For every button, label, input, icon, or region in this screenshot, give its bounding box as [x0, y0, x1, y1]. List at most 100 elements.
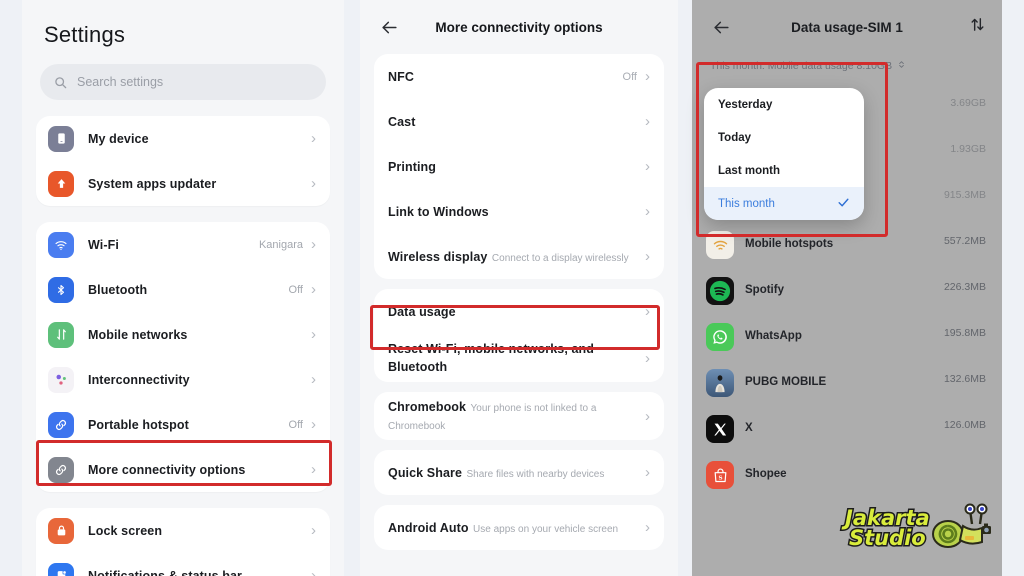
dropdown-option-this-month[interactable]: This month	[704, 187, 864, 220]
page-title: More connectivity options	[435, 19, 603, 35]
connectivity-group-2: Data usage › Reset Wi-Fi, mobile network…	[374, 289, 664, 382]
dots-icon	[48, 366, 74, 393]
search-icon	[54, 76, 67, 89]
list-item-chromebook[interactable]: Chromebook Your phone is not linked to a…	[374, 392, 664, 440]
sidebar-item-value: Off	[288, 418, 303, 431]
chevron-right-icon: ›	[645, 464, 650, 481]
list-item-link-to-windows[interactable]: Link to Windows ›	[374, 189, 664, 234]
chevron-right-icon: ›	[311, 326, 316, 343]
app-name: X	[745, 422, 753, 434]
list-item-x[interactable]: X 126.0MB	[692, 406, 1002, 452]
app-name: Mobile hotspots	[745, 238, 834, 250]
list-item-nfc[interactable]: NFC Off ›	[374, 54, 664, 99]
settings-panel: Settings Search settings My device › Sys…	[22, 0, 344, 576]
dropdown-option-last-month[interactable]: Last month	[704, 154, 864, 187]
list-item-spotify[interactable]: Spotify 226.3MB	[692, 268, 1002, 314]
sidebar-item-lock-screen[interactable]: Lock screen ›	[36, 508, 330, 553]
list-item-reset-network[interactable]: Reset Wi-Fi, mobile networks, and Blueto…	[374, 334, 664, 382]
list-item-shopee[interactable]: S Shopee	[692, 452, 1002, 498]
back-arrow-icon[interactable]	[376, 14, 402, 40]
list-item-title: Data usage	[388, 304, 456, 319]
watermark-text: Jakarta Studio	[844, 506, 932, 550]
sidebar-item-wifi[interactable]: Wi-Fi Kanigara ›	[36, 222, 330, 267]
dropdown-option-label: Today	[718, 131, 752, 144]
expand-selector-icon	[897, 60, 906, 72]
sidebar-item-label: Interconnectivity	[88, 372, 190, 387]
sidebar-item-value: Off	[288, 283, 303, 296]
search-input[interactable]: Search settings	[40, 64, 326, 100]
dropdown-option-label: Yesterday	[718, 98, 773, 111]
snail-mascot-icon	[931, 500, 992, 557]
list-item-quick-share[interactable]: Quick Share Share files with nearby devi…	[374, 450, 664, 495]
chevron-right-icon: ›	[311, 175, 316, 192]
sidebar-item-label: Notifications & status bar	[88, 568, 243, 576]
chain-icon	[48, 456, 74, 483]
up-arrow-icon	[48, 170, 74, 197]
dropdown-option-label: This month	[718, 197, 775, 210]
list-item-subtitle: Use apps on your vehicle screen	[473, 523, 619, 535]
sidebar-item-interconnectivity[interactable]: Interconnectivity ›	[36, 357, 330, 402]
list-item-title: Chromebook	[388, 400, 467, 414]
whatsapp-icon	[706, 323, 734, 351]
chevron-right-icon: ›	[645, 303, 650, 320]
connectivity-panel: More connectivity options NFC Off › Cast…	[360, 0, 678, 576]
wifi-icon	[48, 231, 74, 258]
page-title: Settings	[44, 22, 126, 47]
app-name: Shopee	[745, 468, 787, 480]
app-size: 3.69GB	[950, 97, 986, 109]
sidebar-item-label: System apps updater	[88, 176, 217, 191]
sidebar-item-bluetooth[interactable]: Bluetooth Off ›	[36, 267, 330, 312]
sidebar-item-more-connectivity-options[interactable]: More connectivity options ›	[36, 447, 330, 492]
sidebar-item-portable-hotspot[interactable]: Portable hotspot Off ›	[36, 402, 330, 447]
spotify-icon	[706, 277, 734, 305]
list-item-data-usage[interactable]: Data usage ›	[374, 289, 664, 334]
list-item-title: Quick Share	[388, 465, 463, 480]
list-item-title: Wireless display	[388, 249, 488, 264]
sort-icon[interactable]	[969, 16, 986, 38]
chevron-right-icon: ›	[311, 416, 316, 433]
screenshot-root: Settings Search settings My device › Sys…	[0, 0, 1024, 576]
sidebar-item-my-device[interactable]: My device ›	[36, 116, 330, 161]
lock-icon	[48, 517, 74, 544]
list-item-title: Reset Wi-Fi, mobile networks, and Blueto…	[388, 342, 594, 374]
sidebar-item-mobile-networks[interactable]: Mobile networks ›	[36, 312, 330, 357]
list-item-printing[interactable]: Printing ›	[374, 144, 664, 189]
chevron-right-icon: ›	[311, 461, 316, 478]
chevron-right-icon: ›	[645, 519, 650, 536]
usage-summary-text: This month: Mobile data usage 8.10GB	[710, 60, 893, 72]
sidebar-item-label: Wi-Fi	[88, 237, 119, 252]
back-arrow-icon[interactable]	[708, 14, 734, 40]
usage-summary[interactable]: This month: Mobile data usage 8.10GB	[692, 54, 1002, 78]
list-item-cast[interactable]: Cast ›	[374, 99, 664, 144]
search-placeholder: Search settings	[77, 75, 164, 89]
dropdown-option-yesterday[interactable]: Yesterday	[704, 88, 864, 121]
data-usage-panel: Data usage-SIM 1 This month: Mobile data…	[692, 0, 1002, 576]
app-name: Spotify	[745, 284, 784, 296]
app-name: PUBG MOBILE	[745, 376, 827, 388]
watermark-line2: Studio	[847, 525, 927, 550]
list-item-pubg-mobile[interactable]: PUBG MOBILE 132.6MB	[692, 360, 1002, 406]
list-item-title: Android Auto	[388, 520, 469, 535]
chevron-right-icon: ›	[311, 281, 316, 298]
notification-icon	[48, 562, 74, 576]
data-transfer-icon	[48, 321, 74, 348]
settings-group-1: My device › System apps updater ›	[36, 116, 330, 206]
list-item-wireless-display[interactable]: Wireless display Connect to a display wi…	[374, 234, 664, 279]
chevron-right-icon: ›	[311, 522, 316, 539]
period-dropdown-menu[interactable]: Yesterday Today Last month This month	[704, 88, 864, 220]
phone-icon	[48, 125, 74, 152]
settings-group-3: Lock screen › Notifications & status bar…	[36, 508, 330, 576]
chevron-right-icon: ›	[645, 349, 650, 367]
sidebar-item-notifications-status-bar[interactable]: Notifications & status bar ›	[36, 553, 330, 576]
sidebar-item-system-apps-updater[interactable]: System apps updater ›	[36, 161, 330, 206]
check-icon	[837, 196, 850, 212]
sidebar-item-label: More connectivity options	[88, 462, 246, 477]
list-item-whatsapp[interactable]: WhatsApp 195.8MB	[692, 314, 1002, 360]
sidebar-item-label: Portable hotspot	[88, 417, 189, 432]
dropdown-option-today[interactable]: Today	[704, 121, 864, 154]
bluetooth-icon	[48, 276, 74, 303]
list-item-android-auto[interactable]: Android Auto Use apps on your vehicle sc…	[374, 505, 664, 550]
list-item-mobile-hotspots[interactable]: Mobile hotspots 557.2MB	[692, 222, 1002, 268]
settings-group-2: Wi-Fi Kanigara › Bluetooth Off › Mobile …	[36, 222, 330, 492]
sidebar-item-value: Kanigara	[258, 238, 303, 251]
